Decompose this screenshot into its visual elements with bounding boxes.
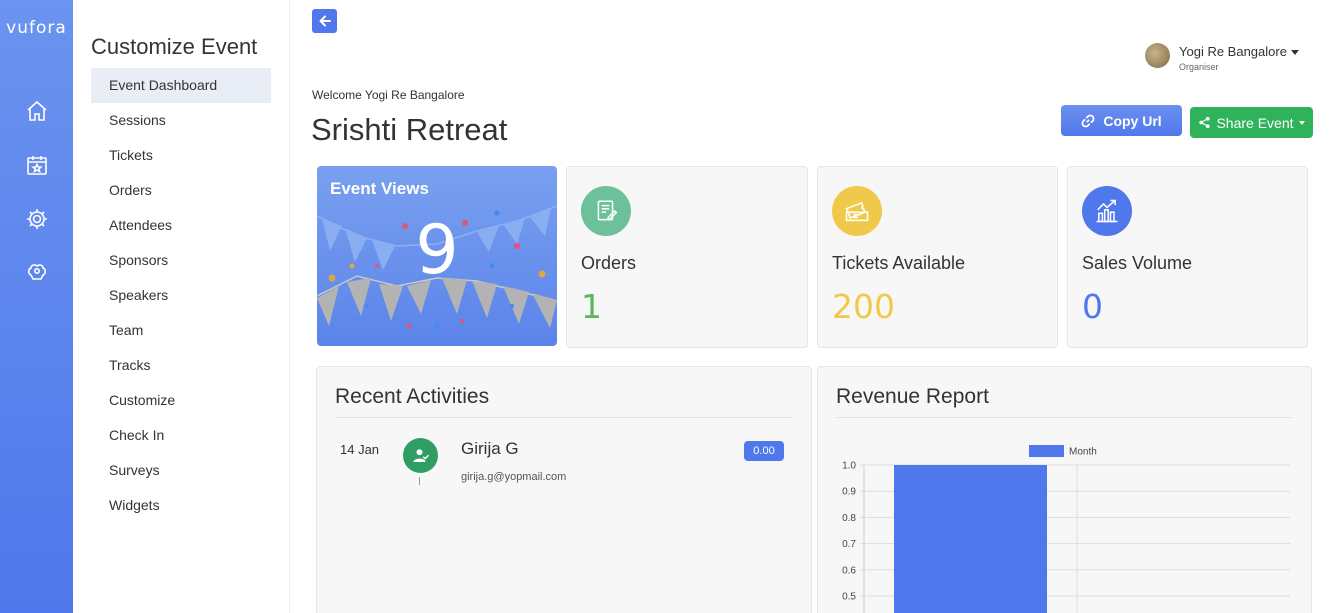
event-sidebar: Customize Event Event Dashboard Sessions… [73,0,290,613]
y-tick-label: 0.9 [842,487,856,498]
back-button[interactable] [312,9,337,33]
user-menu[interactable]: Yogi Re Bangalore Organiser [1145,43,1315,73]
bar [894,465,1047,613]
caret-down-icon [1290,50,1299,56]
y-tick-label: 0.6 [842,565,856,576]
sidebar-item-speakers[interactable]: Speakers [91,278,271,313]
y-tick-label: 0.5 [842,592,856,603]
tickets-available-value: 200 [832,287,895,326]
sidebar-item-widgets[interactable]: Widgets [91,488,271,523]
recent-activities-panel: Recent Activities 14 Jan Girija G girija… [316,366,812,613]
sales-volume-card: Sales Volume 0 [1067,166,1308,348]
timeline-connector [419,477,420,485]
legend-swatch [1029,445,1064,457]
share-icon [1199,116,1211,129]
orders-label: Orders [581,253,637,273]
avatar[interactable] [1145,43,1170,68]
brain-gear-icon[interactable] [25,261,49,285]
revenue-bar-chart: 1.0 0.9 0.8 0.7 0.6 0.5 Month [842,445,1290,613]
user-role: Organiser [1179,62,1219,72]
divider [836,417,1293,418]
sales-chart-icon [1082,186,1132,236]
sidebar-menu: Event Dashboard Sessions Tickets Orders … [91,68,271,523]
legend-label: Month [1069,447,1097,458]
caret-down-icon [1298,120,1305,125]
revenue-report-title: Revenue Report [836,385,989,408]
page-title: Srishti Retreat [311,112,508,147]
sidebar-title: Customize Event [91,34,258,59]
share-event-label: Share Event [1216,114,1294,131]
user-name-toggle[interactable]: Yogi Re Bangalore [1179,44,1299,59]
home-icon[interactable] [25,99,49,123]
tickets-available-label: Tickets Available [832,253,966,273]
activity-date: 14 Jan [340,442,380,457]
amount-badge: 0.00 [744,441,784,461]
gear-icon[interactable] [25,207,49,231]
sidebar-item-sessions[interactable]: Sessions [91,103,271,138]
orders-value: 1 [581,287,602,326]
sidebar-item-orders[interactable]: Orders [91,173,271,208]
user-name: Yogi Re Bangalore [1179,44,1287,59]
sidebar-item-surveys[interactable]: Surveys [91,453,271,488]
y-tick-label: 0.7 [842,539,856,550]
copy-url-button[interactable]: Copy Url [1061,105,1182,136]
revenue-report-panel: Revenue Report 1.0 0.9 0.8 0.7 0.6 0.5 Month [817,366,1312,613]
event-views-value: 9 [415,211,459,290]
sidebar-item-tracks[interactable]: Tracks [91,348,271,383]
main-content: Yogi Re Bangalore Organiser Welcome Yogi… [290,0,1335,613]
y-tick-label: 0.8 [842,513,856,524]
sidebar-item-event-dashboard[interactable]: Event Dashboard [91,68,271,103]
sidebar-item-attendees[interactable]: Attendees [91,208,271,243]
event-views-label: Event Views [330,179,429,198]
welcome-text: Welcome Yogi Re Bangalore [312,88,465,102]
y-tick-label: 1.0 [842,461,856,472]
share-event-button[interactable]: Share Event [1190,107,1313,138]
app-rail: vufora [0,0,73,613]
activity-name: Girija G [461,439,519,458]
sidebar-item-customize[interactable]: Customize [91,383,271,418]
link-icon [1081,114,1095,127]
orders-card: Orders 1 [566,166,808,348]
sidebar-item-check-in[interactable]: Check In [91,418,271,453]
copy-url-label: Copy Url [1103,112,1162,129]
sidebar-item-sponsors[interactable]: Sponsors [91,243,271,278]
brand-logo[interactable]: vufora [0,18,73,38]
sales-volume-value: 0 [1082,287,1103,326]
arrow-left-icon [319,15,331,27]
tickets-available-card: Tickets Available 200 [817,166,1058,348]
activity-email: girija.g@yopmail.com [461,471,567,483]
sidebar-item-tickets[interactable]: Tickets [91,138,271,173]
sidebar-item-team[interactable]: Team [91,313,271,348]
event-views-card: Event Views 9 [317,166,557,346]
recent-activities-title: Recent Activities [335,385,490,408]
orders-icon [581,186,631,236]
sales-volume-label: Sales Volume [1082,253,1193,273]
user-check-icon [403,438,438,473]
divider [335,417,793,418]
calendar-star-icon[interactable] [25,153,49,177]
ticket-icon [832,186,882,236]
